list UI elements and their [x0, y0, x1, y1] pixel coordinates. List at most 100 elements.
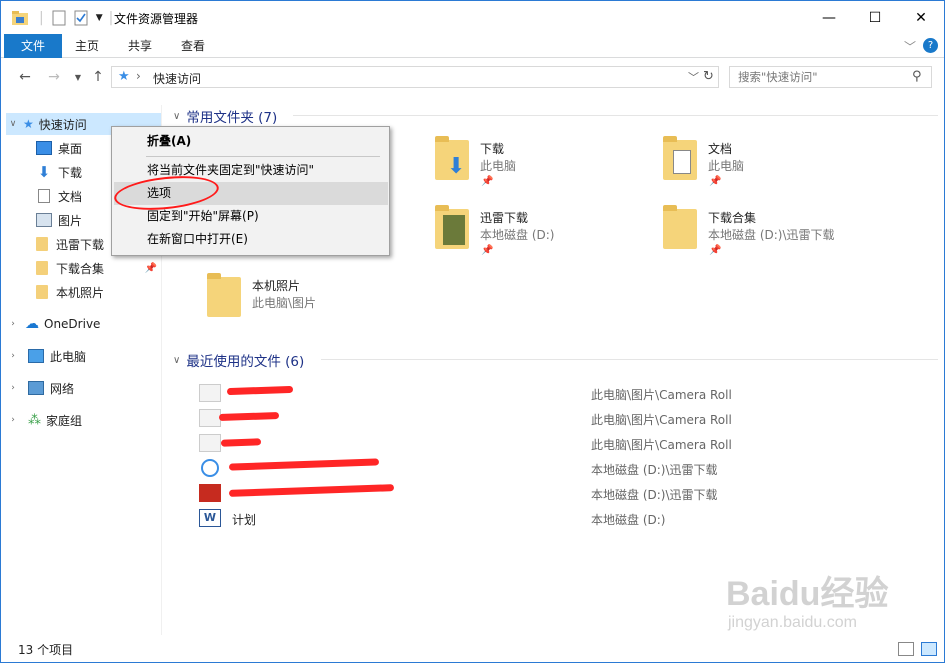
quick-access-toolbar: | ▼ |: [11, 9, 113, 27]
desktop-icon: [36, 141, 52, 155]
expand-chevron-icon[interactable]: ›: [6, 351, 20, 361]
recent-file-row[interactable]: 本地磁盘 (D:)\迅雷下载: [199, 482, 939, 504]
sidebar-item-label: 快速访问: [38, 117, 87, 132]
navigation-bar: ← → ▼ ↑ ★ › 快速访问 ﹀ ↻ ⚲: [1, 59, 944, 97]
explorer-app-icon: [12, 11, 28, 25]
sidebar-item-label: 下载: [58, 165, 83, 180]
address-bar[interactable]: ★ › 快速访问 ﹀: [111, 66, 719, 88]
recent-file-row[interactable]: 此电脑\图片\Camera Roll: [199, 407, 939, 429]
section-title: 最近使用的文件 (6): [186, 354, 305, 370]
collapse-chevron-icon[interactable]: ∨: [173, 111, 180, 122]
sidebar-item-download-collection[interactable]: 下载合集 📌: [36, 257, 161, 279]
folder-tile-download-collection[interactable]: 下载合集 本地磁盘 (D:)\迅雷下载 📌: [663, 205, 883, 265]
document-icon: [38, 189, 50, 203]
sidebar-item-label: 文档: [58, 189, 83, 204]
details-view-icon[interactable]: [898, 642, 914, 656]
sidebar-item-label: 家庭组: [46, 413, 83, 428]
watermark-url: jingyan.baidu.com: [728, 614, 857, 631]
frequent-folders-header[interactable]: ∨ 常用文件夹 (7): [173, 106, 277, 126]
watermark-brand: Baidu经验: [726, 575, 889, 613]
address-separator: ›: [136, 69, 141, 83]
tab-view[interactable]: 查看: [169, 34, 217, 58]
sidebar-item-label: 下载合集: [56, 261, 105, 276]
properties-icon[interactable]: [52, 10, 66, 26]
recent-files-header[interactable]: ∨ 最近使用的文件 (6): [173, 350, 304, 370]
folder-tile-thunder-downloads[interactable]: 迅雷下载 本地磁盘 (D:) 📌: [435, 205, 655, 265]
sidebar-item-this-pc[interactable]: › 此电脑: [6, 345, 86, 367]
sidebar-item-network[interactable]: › 网络: [6, 377, 74, 399]
ribbon-expand-chevron-icon[interactable]: ﹀: [904, 38, 916, 55]
breadcrumb-quick-access[interactable]: 快速访问: [153, 70, 201, 87]
menu-item-collapse[interactable]: 折叠(A): [114, 130, 388, 153]
sidebar-item-desktop[interactable]: 桌面: [36, 137, 82, 159]
sidebar-item-label: 网络: [50, 381, 75, 396]
folder-tile-downloads[interactable]: ⬇ 下载 此电脑 📌: [435, 136, 655, 196]
folder-icon: [207, 273, 241, 317]
sidebar-item-homegroup[interactable]: › ⁂ 家庭组: [6, 409, 82, 431]
sidebar-item-onedrive[interactable]: › ☁ OneDrive: [6, 313, 100, 335]
tiles-view-icon[interactable]: [921, 642, 937, 656]
file-path: 本地磁盘 (D:): [591, 513, 666, 527]
tab-home[interactable]: 主页: [64, 34, 110, 58]
up-arrow-icon[interactable]: ↑: [89, 69, 107, 85]
sidebar-item-pictures[interactable]: 图片: [36, 209, 82, 231]
expand-chevron-icon[interactable]: ›: [6, 319, 20, 329]
section-title: 常用文件夹 (7): [186, 110, 278, 126]
back-arrow-icon[interactable]: ←: [16, 69, 34, 85]
forward-arrow-icon[interactable]: →: [45, 69, 63, 85]
star-icon: ★: [23, 117, 34, 131]
menu-separator: [146, 156, 380, 157]
tab-file[interactable]: 文件: [4, 34, 62, 58]
pin-icon: 📌: [709, 245, 722, 256]
tab-share[interactable]: 共享: [116, 34, 164, 58]
redaction-scribble: [226, 385, 294, 396]
recent-file-row[interactable]: 此电脑\图片\Camera Roll: [199, 432, 939, 454]
sidebar-item-downloads[interactable]: ⬇ 下载: [36, 161, 82, 183]
sidebar-item-thunder-downloads[interactable]: 迅雷下载: [36, 233, 104, 255]
recent-file-row[interactable]: 本地磁盘 (D:)\迅雷下载: [199, 457, 939, 479]
recent-locations-chevron-icon[interactable]: ▼: [69, 73, 87, 82]
pin-icon: 📌: [481, 245, 494, 256]
toolbar-divider: |: [108, 10, 114, 26]
folder-tile-local-photos[interactable]: 本机照片 此电脑\图片: [207, 273, 427, 333]
sidebar-item-local-photos[interactable]: 本机照片: [36, 281, 104, 303]
folder-name: 本机照片: [252, 279, 301, 293]
word-document-icon: W: [199, 509, 221, 527]
customize-toolbar-chevron-icon[interactable]: ▼: [96, 13, 103, 23]
folder-icon: [663, 205, 697, 249]
pin-icon: 📌: [709, 176, 722, 187]
expand-chevron-icon[interactable]: ›: [6, 415, 20, 425]
pin-icon: 📌: [481, 176, 494, 187]
collapse-chevron-icon[interactable]: ∨: [173, 355, 180, 366]
refresh-icon[interactable]: ↻: [703, 69, 714, 84]
close-button[interactable]: ✕: [898, 1, 944, 34]
help-icon[interactable]: ?: [923, 38, 938, 53]
document-page-icon: [673, 150, 691, 174]
folder-location: 本地磁盘 (D:)\迅雷下载: [708, 228, 835, 242]
sidebar-item-documents[interactable]: 文档: [36, 185, 82, 207]
ribbon-tabs: 文件 主页 共享 查看 ﹀ ?: [1, 34, 944, 58]
search-icon[interactable]: ⚲: [912, 69, 922, 84]
search-input[interactable]: [738, 67, 908, 87]
minimize-button[interactable]: —: [806, 1, 852, 34]
redaction-scribble: [220, 438, 262, 447]
file-path: 本地磁盘 (D:)\迅雷下载: [591, 463, 718, 477]
expand-chevron-icon[interactable]: ›: [6, 383, 20, 393]
network-icon: [28, 381, 44, 395]
search-box[interactable]: ⚲: [729, 66, 932, 88]
new-folder-check-icon[interactable]: [74, 10, 88, 26]
folder-location: 此电脑\图片: [252, 296, 317, 310]
folder-tile-documents[interactable]: 文档 此电脑 📌: [663, 136, 883, 196]
menu-item-open-new-window[interactable]: 在新窗口中打开(E): [114, 228, 388, 251]
folder-name: 文档: [708, 142, 733, 156]
redaction-scribble: [228, 484, 395, 497]
sidebar-item-label: 迅雷下载: [56, 237, 105, 252]
file-path: 此电脑\图片\Camera Roll: [591, 388, 732, 402]
file-path: 此电脑\图片\Camera Roll: [591, 438, 732, 452]
recent-file-row[interactable]: W 计划 本地磁盘 (D:): [199, 507, 939, 529]
recent-file-row[interactable]: 此电脑\图片\Camera Roll: [199, 382, 939, 404]
address-dropdown-chevron-icon[interactable]: ﹀: [688, 69, 699, 85]
file-name: 计划: [232, 513, 257, 527]
expand-chevron-icon[interactable]: ∨: [6, 119, 20, 129]
maximize-button[interactable]: ☐: [852, 1, 898, 34]
